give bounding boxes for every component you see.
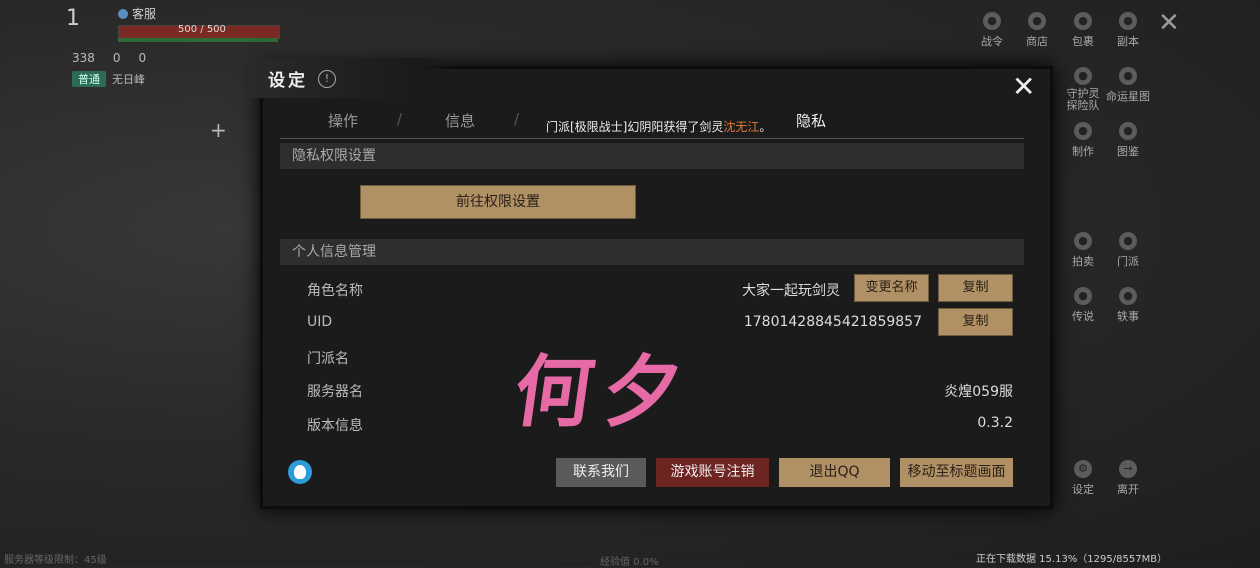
version-label: 版本信息 xyxy=(307,418,363,434)
mode-badge: 普通 xyxy=(72,71,106,87)
server-tag-label: 客服 xyxy=(132,7,157,21)
server-icon xyxy=(118,8,128,19)
label: 守护灵 探险队 xyxy=(1066,87,1100,112)
label: 轶事 xyxy=(1117,310,1139,323)
lock-icon: ● xyxy=(1119,287,1137,305)
settings-button[interactable]: ⚙ 设定 xyxy=(1063,460,1103,497)
label: 设定 xyxy=(1072,483,1094,496)
dungeon-button[interactable]: ● 副本 xyxy=(1108,12,1148,49)
location-name: 无日峰 xyxy=(112,73,145,86)
stat-2: 0 xyxy=(112,51,121,65)
personal-section-header: 个人信息管理 xyxy=(280,239,1024,265)
role-name-value: 大家一起玩剑灵 xyxy=(742,283,840,299)
privacy-section-header: 隐私权限设置 xyxy=(280,143,1024,169)
copy-name-button[interactable]: 复制 xyxy=(938,274,1013,302)
version-value: 0.3.2 xyxy=(977,415,1013,431)
uid-label: UID xyxy=(307,314,333,330)
to-title-screen-button[interactable]: 移动至标题画面 xyxy=(900,458,1013,487)
qq-penguin-icon[interactable] xyxy=(288,460,312,484)
role-name-label: 角色名称 xyxy=(307,283,363,299)
tab-separator: / xyxy=(397,110,403,128)
notice-end: 。 xyxy=(759,120,772,134)
stat-power: 338 xyxy=(72,51,95,65)
zoom-in-icon[interactable]: + xyxy=(210,118,227,142)
watermark-stamp: 何夕 xyxy=(508,347,698,438)
goto-permission-button[interactable]: 前往权限设置 xyxy=(360,185,636,219)
delete-account-button[interactable]: 游戏账号注销 xyxy=(656,458,769,487)
lock-icon: ● xyxy=(1028,12,1046,30)
info-icon[interactable]: ! xyxy=(318,70,336,88)
contact-us-button[interactable]: 联系我们 xyxy=(556,458,646,487)
exit-icon: → xyxy=(1119,460,1137,478)
tab-divider xyxy=(280,138,1024,139)
lock-icon: ● xyxy=(1119,67,1137,85)
lock-icon: ● xyxy=(1119,12,1137,30)
system-notice: 门派[极限战士]幻阴阳获得了剑灵沈无江。 xyxy=(546,118,771,135)
stat-3: 0 xyxy=(138,51,147,65)
label: 副本 xyxy=(1117,35,1139,48)
exp-text: 经验值 0.0% xyxy=(600,557,659,568)
battlepass-button[interactable]: ● 战令 xyxy=(972,12,1012,49)
mp-bar xyxy=(118,38,278,42)
sect-name-label: 门派名 xyxy=(307,351,349,367)
tab-privacy[interactable]: 隐私 xyxy=(796,110,826,131)
label: 离开 xyxy=(1117,483,1139,496)
label: 制作 xyxy=(1072,145,1094,158)
fate-star-button[interactable]: ● 命运星图 xyxy=(1103,67,1153,104)
server-name-label: 服务器名 xyxy=(307,384,363,400)
stats-row: 338 0 0 xyxy=(72,51,146,65)
shop-button[interactable]: ● 商店 xyxy=(1017,12,1057,49)
label: 商店 xyxy=(1026,35,1048,48)
tab-info[interactable]: 信息 xyxy=(445,110,475,131)
label: 拍卖 xyxy=(1072,255,1094,268)
tab-separator: / xyxy=(514,110,520,128)
auction-button[interactable]: ● 拍卖 xyxy=(1063,232,1103,269)
sect-button[interactable]: ● 门派 xyxy=(1108,232,1148,269)
label: 战令 xyxy=(981,35,1003,48)
gear-icon: ⚙ xyxy=(1074,460,1092,478)
exit-button[interactable]: → 离开 xyxy=(1108,460,1148,497)
rename-button[interactable]: 变更名称 xyxy=(854,274,929,302)
lock-icon: ● xyxy=(1074,12,1092,30)
craft-button[interactable]: ● 制作 xyxy=(1063,122,1103,159)
battle-swords-icon[interactable]: ✕ xyxy=(1158,8,1180,38)
hp-text: 500 / 500 xyxy=(178,24,226,35)
close-icon[interactable]: ✕ xyxy=(1012,70,1035,103)
label: 门派 xyxy=(1117,255,1139,268)
anecdote-button[interactable]: ● 轶事 xyxy=(1108,287,1148,324)
copy-uid-button[interactable]: 复制 xyxy=(938,308,1013,336)
notice-text: 门派[极限战士]幻阴阳获得了剑灵 xyxy=(546,120,724,134)
label: 图鉴 xyxy=(1117,145,1139,158)
lock-icon: ● xyxy=(1119,122,1137,140)
lock-icon: ● xyxy=(1074,67,1092,85)
uid-value: 17801428845421859857 xyxy=(743,314,922,330)
codex-button[interactable]: ● 图鉴 xyxy=(1108,122,1148,159)
lock-icon: ● xyxy=(1074,287,1092,305)
notice-highlight: 沈无江 xyxy=(723,120,760,134)
label: 命运星图 xyxy=(1106,90,1150,103)
lock-icon: ● xyxy=(1074,122,1092,140)
download-status: 正在下载数据 15.13%（1295/8557MB） xyxy=(976,554,1168,565)
player-level: 1 xyxy=(66,6,80,31)
server-tag[interactable]: 客服 xyxy=(118,5,156,22)
server-level-limit: 服务器等级限制：45级 xyxy=(4,555,107,566)
lock-icon: ● xyxy=(1119,232,1137,250)
logout-qq-button[interactable]: 退出QQ xyxy=(779,458,890,487)
lock-icon: ● xyxy=(1074,232,1092,250)
dialog-title: 设定 xyxy=(268,71,308,91)
guardian-button[interactable]: ● 守护灵 探险队 xyxy=(1063,67,1103,112)
bag-button[interactable]: ● 包裹 xyxy=(1063,12,1103,49)
label: 包裹 xyxy=(1072,35,1094,48)
legend-button[interactable]: ● 传说 xyxy=(1063,287,1103,324)
lock-icon: ● xyxy=(983,12,1001,30)
label: 传说 xyxy=(1072,310,1094,323)
server-name-value: 炎煌059服 xyxy=(944,384,1013,400)
tab-controls[interactable]: 操作 xyxy=(328,110,358,131)
